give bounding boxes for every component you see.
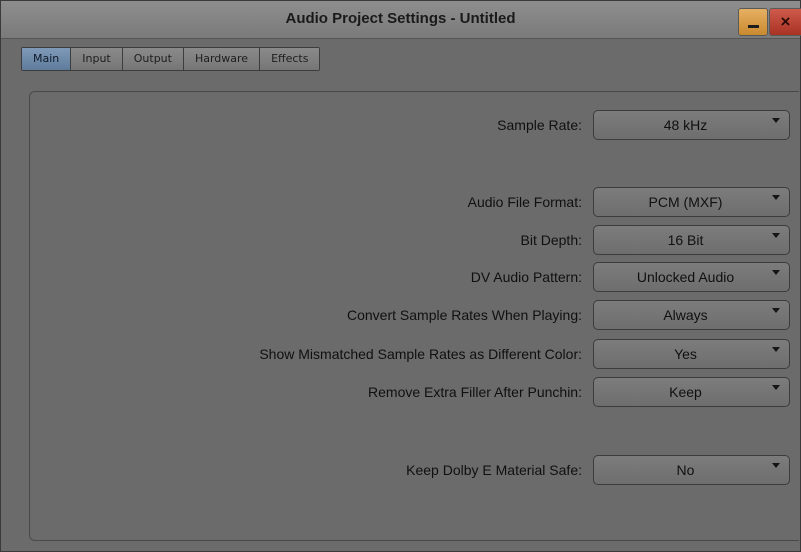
dv-audio-pattern-label: DV Audio Pattern: [470,269,582,285]
dv-audio-pattern-value: Unlocked Audio [636,269,735,285]
show-mismatched-rates-label: Show Mismatched Sample Rates as Differen… [259,346,582,362]
sample-rate-value: 48 kHz [663,117,708,133]
show-mismatched-rates-dropdown[interactable]: Yes [593,339,790,369]
convert-sample-rates-dropdown[interactable]: Always [593,300,790,330]
show-mismatched-rates-value: Yes [674,346,697,362]
setting-row-show-mismatched-rates: Show Mismatched Sample Rates as Differen… [1,339,801,369]
audio-file-format-label: Audio File Format: [467,194,582,210]
convert-sample-rates-value: Always [663,307,708,323]
keep-dolby-e-value: No [676,462,695,478]
minimize-button[interactable] [738,8,768,36]
title-bar[interactable]: Audio Project Settings - Untitled × [1,1,801,39]
chevron-down-icon [772,118,780,123]
audio-file-format-dropdown[interactable]: PCM (MXF) [593,187,790,217]
remove-extra-filler-label: Remove Extra Filler After Punchin: [368,384,582,400]
close-icon: × [780,12,791,31]
setting-row-remove-extra-filler: Remove Extra Filler After Punchin: Keep [1,377,801,407]
setting-row-keep-dolby-e: Keep Dolby E Material Safe: No [1,455,801,485]
bit-depth-dropdown[interactable]: 16 Bit [593,225,790,255]
chevron-down-icon [772,270,780,275]
window-title: Audio Project Settings - Untitled [285,10,516,27]
convert-sample-rates-label: Convert Sample Rates When Playing: [347,307,582,323]
setting-row-dv-audio-pattern: DV Audio Pattern: Unlocked Audio [1,262,801,292]
setting-row-audio-file-format: Audio File Format: PCM (MXF) [1,187,801,217]
remove-extra-filler-dropdown[interactable]: Keep [593,377,790,407]
tab-main[interactable]: Main [22,48,72,70]
keep-dolby-e-dropdown[interactable]: No [593,455,790,485]
chevron-down-icon [772,463,780,468]
dv-audio-pattern-dropdown[interactable]: Unlocked Audio [593,262,790,292]
keep-dolby-e-label: Keep Dolby E Material Safe: [406,462,582,478]
bit-depth-value: 16 Bit [667,232,704,248]
chevron-down-icon [772,347,780,352]
audio-file-format-value: PCM (MXF) [648,194,723,210]
chevron-down-icon [772,195,780,200]
tab-hardware[interactable]: Hardware [183,48,261,70]
remove-extra-filler-value: Keep [669,384,702,400]
audio-project-settings-window: Audio Project Settings - Untitled × Main… [0,0,801,552]
tab-input[interactable]: Input [71,48,123,70]
setting-row-sample-rate: Sample Rate: 48 kHz [1,110,801,140]
tab-output[interactable]: Output [122,48,184,70]
chevron-down-icon [772,233,780,238]
chevron-down-icon [772,308,780,313]
minimize-icon [748,25,759,28]
bit-depth-label: Bit Depth: [520,232,582,248]
close-button[interactable]: × [769,8,801,36]
setting-row-bit-depth: Bit Depth: 16 Bit [1,225,801,255]
tab-effects[interactable]: Effects [260,48,320,70]
sample-rate-label: Sample Rate: [497,117,582,133]
chevron-down-icon [772,385,780,390]
setting-row-convert-sample-rates: Convert Sample Rates When Playing: Alway… [1,300,801,330]
sample-rate-dropdown[interactable]: 48 kHz [593,110,790,140]
tab-bar: Main Input Output Hardware Effects [21,47,321,71]
